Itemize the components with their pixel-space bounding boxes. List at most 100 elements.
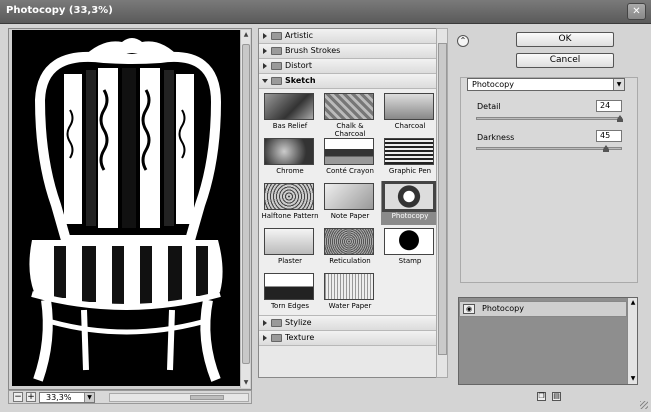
category-texture[interactable]: Texture — [259, 331, 447, 346]
scroll-thumb[interactable] — [242, 44, 250, 364]
filter-thumbnail-image — [264, 138, 314, 165]
eye-icon[interactable]: ◉ — [463, 304, 475, 314]
category-artistic[interactable]: Artistic — [259, 29, 447, 44]
filter-select-value: Photocopy — [472, 80, 514, 89]
trash-icon[interactable]: ▤ — [552, 392, 561, 401]
filter-thumbnail-plaster[interactable]: Plaster — [261, 226, 319, 270]
detail-slider[interactable] — [476, 115, 623, 122]
filter-thumbnail-label: Note Paper — [330, 212, 370, 220]
folder-icon — [271, 77, 282, 85]
filter-thumbnail-stamp[interactable]: Stamp — [381, 226, 439, 270]
triangle-right-icon[interactable] — [263, 33, 267, 39]
horizontal-scroll-thumb[interactable] — [190, 395, 224, 400]
gallery-scroll-thumb[interactable] — [438, 43, 447, 355]
filter-thumbnail-image — [324, 183, 374, 210]
scroll-up-icon[interactable]: ▲ — [241, 30, 251, 40]
zoom-in-button[interactable]: + — [26, 392, 36, 402]
filter-thumbnail-halftone-pattern[interactable]: Halftone Pattern — [261, 181, 319, 225]
filter-thumbnail-image — [384, 138, 434, 165]
filter-thumbnail-label: Photocopy — [391, 212, 429, 220]
folder-icon — [271, 319, 282, 327]
chevron-down-icon: ▼ — [613, 79, 624, 90]
close-button[interactable]: ✕ — [627, 3, 646, 20]
category-stylize[interactable]: Stylize — [259, 316, 447, 331]
category-brush-strokes[interactable]: Brush Strokes — [259, 44, 447, 59]
filter-thumbnail-image — [264, 93, 314, 120]
category-label: Sketch — [285, 76, 316, 85]
cancel-button[interactable]: Cancel — [516, 53, 614, 68]
title-bar: Photocopy (33,3%) ✕ — [0, 0, 651, 24]
darkness-slider[interactable] — [476, 145, 622, 152]
filter-thumbnail-graphic-pen[interactable]: Graphic Pen — [381, 136, 439, 180]
filter-thumbnail-image — [264, 228, 314, 255]
filter-thumbnail-label: Chrome — [276, 167, 304, 175]
scroll-down-icon[interactable]: ▼ — [628, 374, 638, 384]
preview-canvas[interactable] — [12, 30, 240, 386]
layers-scrollbar[interactable]: ▲ ▼ — [627, 298, 637, 384]
zoom-out-button[interactable]: − — [13, 392, 23, 402]
preview-panel: ▲ ▼ — [8, 28, 252, 390]
filter-thumbnail-label: Plaster — [277, 257, 303, 265]
ok-button[interactable]: OK — [516, 32, 614, 47]
category-sketch[interactable]: Sketch — [259, 74, 447, 89]
filter-thumbnail-cont-crayon[interactable]: Conté Crayon — [321, 136, 379, 180]
filter-thumbnail-label: Halftone Pattern — [261, 212, 319, 220]
gallery-scrollbar[interactable] — [436, 28, 448, 378]
scroll-up-icon[interactable]: ▲ — [628, 298, 638, 308]
filter-gallery: Artistic Brush Strokes Distort Sketch Bas R… — [258, 28, 448, 378]
collapse-gallery-button[interactable]: ⌃ — [457, 35, 469, 47]
detail-input[interactable]: 24 — [596, 100, 622, 112]
effect-layer-row[interactable]: ◉ Photocopy — [459, 301, 627, 317]
resize-grip-icon[interactable] — [640, 401, 648, 409]
filter-thumbnail-charcoal[interactable]: Charcoal — [381, 91, 439, 135]
filter-thumbnail-image — [324, 138, 374, 165]
darkness-label: Darkness — [477, 133, 515, 142]
plus-icon: + — [27, 392, 35, 402]
filter-thumbnail-image — [264, 273, 314, 300]
filter-thumbnail-reticulation[interactable]: Reticulation — [321, 226, 379, 270]
folder-icon — [271, 334, 282, 342]
filter-thumbnail-water-paper[interactable]: Water Paper — [321, 271, 379, 315]
category-distort[interactable]: Distort — [259, 59, 447, 74]
filter-thumbnail-chalk-charcoal[interactable]: Chalk & Charcoal — [321, 91, 379, 138]
filter-thumbnail-photocopy[interactable]: Photocopy — [381, 181, 439, 225]
folder-icon — [271, 62, 282, 70]
filter-thumbnail-image — [384, 228, 434, 255]
chair-preview-image — [12, 30, 240, 386]
darkness-input[interactable]: 45 — [596, 130, 622, 142]
close-icon: ✕ — [632, 6, 641, 17]
filter-select[interactable]: Photocopy ▼ — [467, 78, 625, 91]
filter-thumbnail-label: Charcoal — [394, 122, 426, 130]
detail-label: Detail — [477, 102, 501, 111]
scroll-down-icon[interactable]: ▼ — [241, 378, 251, 388]
double-chevron-up-icon: ⌃ — [459, 36, 467, 45]
filter-thumbnail-torn-edges[interactable]: Torn Edges — [261, 271, 319, 315]
triangle-right-icon[interactable] — [263, 335, 267, 341]
triangle-down-icon[interactable] — [262, 79, 268, 83]
category-label: Texture — [285, 333, 315, 342]
filter-thumbnail-image — [384, 93, 434, 120]
filter-thumbnail-label: Water Paper — [328, 302, 372, 310]
filter-thumbnail-chrome[interactable]: Chrome — [261, 136, 319, 180]
category-label: Distort — [285, 61, 313, 70]
filter-thumbnail-image — [324, 228, 374, 255]
zoom-bar: − + 33,3% ▼ — [8, 390, 252, 404]
filter-thumbnail-label: Bas Relief — [272, 122, 308, 130]
filter-thumbnail-note-paper[interactable]: Note Paper — [321, 181, 379, 225]
filter-thumbnail-bas-relief[interactable]: Bas Relief — [261, 91, 319, 135]
new-effect-layer-icon[interactable]: ❐ — [537, 392, 546, 401]
preview-horizontal-scrollbar[interactable] — [109, 393, 249, 402]
folder-icon — [271, 47, 282, 55]
category-label: Artistic — [285, 31, 314, 40]
triangle-right-icon[interactable] — [263, 48, 267, 54]
triangle-right-icon[interactable] — [263, 63, 267, 69]
window-title: Photocopy (33,3%) — [6, 5, 113, 16]
folder-icon — [271, 32, 282, 40]
category-label: Stylize — [285, 318, 312, 327]
preview-vertical-scrollbar[interactable]: ▲ ▼ — [240, 30, 250, 388]
triangle-right-icon[interactable] — [263, 320, 267, 326]
sketch-thumbnails: Bas Relief Chalk & Charcoal Charcoal Chrome… — [259, 89, 447, 316]
darkness-slider-handle[interactable] — [603, 145, 609, 152]
zoom-level-select[interactable]: 33,3% ▼ — [39, 392, 95, 403]
chevron-down-icon: ▼ — [84, 393, 94, 402]
